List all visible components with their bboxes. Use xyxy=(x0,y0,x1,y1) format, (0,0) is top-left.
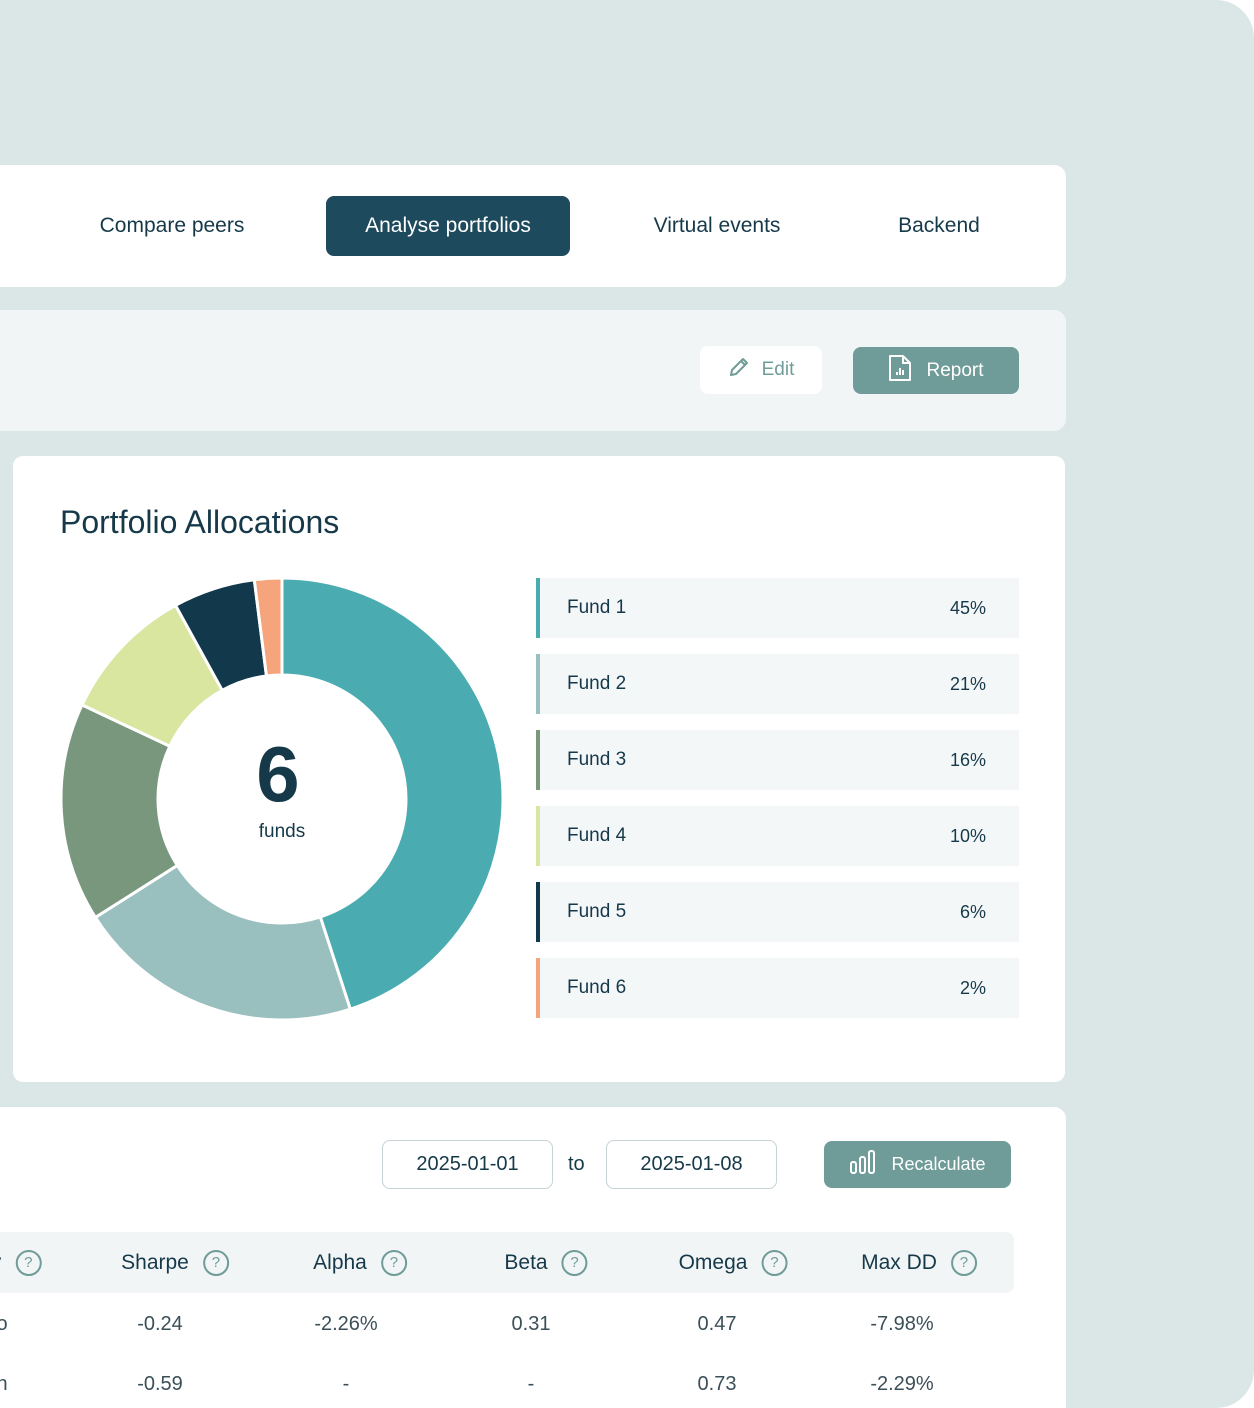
edit-button-label: Edit xyxy=(761,359,795,380)
tab-analyse-portfolios[interactable]: Analyse portfolios xyxy=(326,196,570,256)
legend-fund-name: Fund 3 xyxy=(567,749,627,770)
nav-tabs: Compare peers Analyse portfolios Virtual… xyxy=(0,165,1066,287)
legend-fund-percent: 10% xyxy=(949,826,986,846)
report-document-icon xyxy=(888,354,912,388)
legend-fund-percent: 21% xyxy=(949,674,986,694)
legend-fund-percent: 6% xyxy=(959,902,986,922)
table-cell: -2.29% xyxy=(870,1373,934,1395)
legend-item-fund-2: Fund 2 21% xyxy=(536,654,1019,714)
legend-fund-percent: 45% xyxy=(949,598,986,618)
column-header-max-dd: Max DD ? xyxy=(861,1232,977,1293)
help-icon[interactable]: ? xyxy=(15,1249,42,1276)
help-icon[interactable]: ? xyxy=(561,1249,588,1276)
legend-fund-name: Fund 2 xyxy=(567,673,627,694)
table-cell: 0.31 xyxy=(511,1313,551,1335)
legend-item-fund-3: Fund 3 16% xyxy=(536,730,1019,790)
help-icon[interactable]: ? xyxy=(202,1249,229,1276)
report-button[interactable]: Report xyxy=(853,347,1019,394)
legend-item-fund-4: Fund 4 10% xyxy=(536,806,1019,866)
portfolio-allocations-card: Portfolio Allocations 6 funds Fund 1 45%… xyxy=(13,456,1065,1082)
legend-fund-name: Fund 5 xyxy=(567,901,627,922)
legend-fund-percent: 2% xyxy=(959,978,986,998)
column-header-beta: Beta ? xyxy=(504,1232,588,1293)
tab-backend[interactable]: Backend xyxy=(876,196,1002,256)
legend-item-fund-6: Fund 6 2% xyxy=(536,958,1019,1018)
recalculate-button[interactable]: Recalculate xyxy=(824,1141,1011,1188)
table-cell: n xyxy=(0,1373,8,1395)
column-header-alpha: Alpha ? xyxy=(313,1232,407,1293)
legend-fund-name: Fund 6 xyxy=(567,977,627,998)
table-cell: - xyxy=(527,1373,535,1395)
column-header-sharpe: Sharpe ? xyxy=(121,1232,229,1293)
column-label: Omega xyxy=(678,1250,748,1274)
column-label: y xyxy=(0,1251,1,1275)
column-header-omega: Omega ? xyxy=(679,1232,788,1293)
legend-fund-percent: 16% xyxy=(949,750,986,770)
tab-compare-peers[interactable]: Compare peers xyxy=(76,196,268,256)
bar-chart-icon xyxy=(849,1149,877,1180)
column-label: Sharpe xyxy=(121,1250,189,1274)
tab-virtual-events[interactable]: Virtual events xyxy=(627,196,807,256)
column-label: Alpha xyxy=(313,1250,367,1274)
table-cell: -2.26% xyxy=(314,1313,378,1335)
table-cell: 0.47 xyxy=(697,1313,737,1335)
table-cell: 0.73 xyxy=(697,1373,737,1395)
column-label: Max DD xyxy=(861,1250,937,1274)
portfolio-toolbar: Edit Report xyxy=(0,310,1066,431)
table-cell: -0.24 xyxy=(137,1313,183,1335)
fund-count-label: funds xyxy=(258,821,306,842)
fund-count: 6 xyxy=(256,730,300,818)
column-label: Beta xyxy=(504,1250,548,1274)
table-cell: -7.98% xyxy=(870,1313,934,1335)
recalculate-button-label: Recalculate xyxy=(891,1154,986,1174)
pencil-icon xyxy=(728,356,750,384)
column-header-partial: y ? xyxy=(0,1232,42,1293)
help-icon[interactable]: ? xyxy=(761,1249,788,1276)
legend-item-fund-5: Fund 5 6% xyxy=(536,882,1019,942)
metrics-table-header: y ? Sharpe ? Alpha ? Beta ? Omega ? Max … xyxy=(0,1232,1014,1293)
date-range-separator: to xyxy=(568,1153,585,1175)
date-from-input[interactable]: 2025-01-01 xyxy=(382,1140,553,1189)
edit-button[interactable]: Edit xyxy=(700,346,822,394)
date-to-input[interactable]: 2025-01-08 xyxy=(606,1140,777,1189)
table-cell: o xyxy=(0,1313,8,1335)
risk-metrics-card: 2025-01-01 to 2025-01-08 Recalculate y ?… xyxy=(0,1107,1066,1408)
help-icon[interactable]: ? xyxy=(380,1249,407,1276)
report-button-label: Report xyxy=(926,359,984,381)
table-cell: -0.59 xyxy=(137,1373,183,1395)
legend-fund-name: Fund 4 xyxy=(567,825,627,846)
help-icon[interactable]: ? xyxy=(950,1249,977,1276)
legend-item-fund-1: Fund 1 45% xyxy=(536,578,1019,638)
table-cell: - xyxy=(342,1373,350,1395)
legend-fund-name: Fund 1 xyxy=(567,597,627,618)
